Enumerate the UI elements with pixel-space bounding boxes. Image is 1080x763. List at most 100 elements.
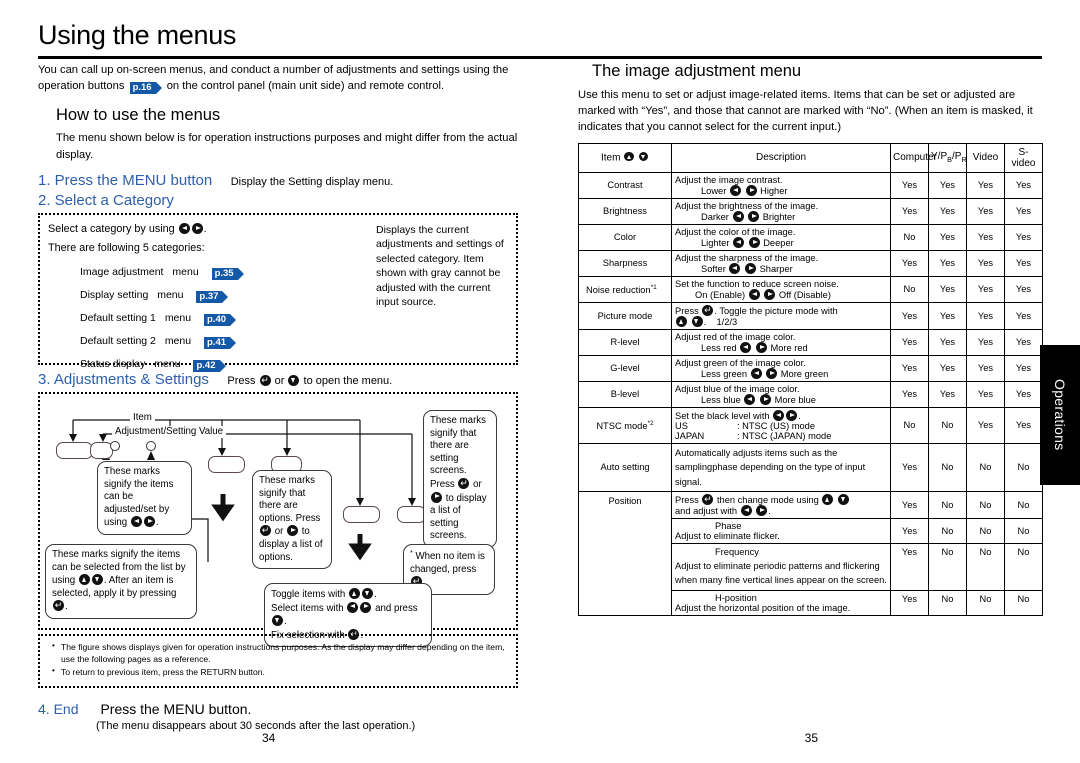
page-ref-p16[interactable]: p.16 — [129, 82, 162, 95]
row-value-video: Yes — [966, 354, 1005, 382]
category-name: Default setting 2 — [80, 335, 156, 348]
category-item-default-setting-1[interactable]: Default setting 1 menu p.40 — [80, 312, 508, 327]
step-1-note: Display the Setting display menu. — [230, 175, 394, 188]
down-arrow-button-icon — [288, 374, 300, 386]
row-value-video: No — [966, 490, 1005, 519]
document-page: Using the menus You can call up on-scree… — [0, 0, 1080, 763]
enter-button-icon — [458, 477, 470, 489]
enter-button-icon — [702, 493, 714, 505]
left-arrow-button-icon — [178, 222, 190, 234]
callout-list-selection: These marks signify the items can be sel… — [45, 543, 197, 619]
row-value-video: Yes — [966, 197, 1005, 225]
diagram-pill-list — [343, 505, 380, 523]
category-page-ref[interactable]: p.37 — [196, 289, 229, 304]
row-value-computer: Yes — [890, 171, 929, 199]
row-value-svideo: Yes — [1004, 406, 1043, 444]
step-4-instruction: Press the MENU button. — [100, 700, 252, 717]
row-value-ypbpr: Yes — [928, 301, 967, 330]
row-item: R-level — [578, 328, 672, 356]
row-item: NTSC mode*2 — [578, 406, 672, 444]
row-description: Adjust the sharpness of the image. Softe… — [671, 249, 891, 277]
row-value-computer: Yes — [890, 354, 929, 382]
table-row-position: Position Press then change mode using an… — [578, 490, 1043, 616]
table-row-b-level: B-level Adjust blue of the image color. … — [578, 380, 1043, 408]
row-value-ypbpr: Yes — [928, 249, 967, 277]
row-value-ypbpr: No — [928, 442, 967, 492]
row-value-ypbpr: No — [928, 517, 967, 544]
left-arrow-button-icon — [347, 601, 359, 613]
row-value-svideo: Yes — [1004, 249, 1043, 277]
row-value-computer: Yes — [890, 249, 929, 277]
footnote-marker: *1 — [650, 283, 657, 291]
row-description: Frequency Adjust to eliminate periodic p… — [671, 542, 891, 591]
row-value-ypbpr: Yes — [928, 354, 967, 382]
right-arrow-button-icon — [143, 516, 155, 528]
row-description: Adjust the image contrast. Lower Higher — [671, 171, 891, 199]
left-arrow-button-icon — [740, 504, 752, 516]
row-value-svideo: Yes — [1004, 197, 1043, 225]
up-arrow-button-icon — [822, 493, 834, 505]
up-arrow-button-icon — [78, 574, 90, 586]
table-row-r-level: R-level Adjust red of the image color. L… — [578, 328, 1043, 356]
right-arrow-button-icon — [360, 601, 372, 613]
row-value-video: Yes — [966, 380, 1005, 408]
row-value-video: Yes — [966, 171, 1005, 199]
row-value-ypbpr: Yes — [928, 171, 967, 199]
table-header-row: Item Description Computer Y/PB/PR Video … — [578, 142, 1043, 173]
table-row-noise-reduction: Noise reduction*1 Set the function to re… — [578, 275, 1043, 303]
row-value-video: No — [966, 589, 1005, 616]
up-arrow-button-icon — [349, 587, 361, 599]
section-body-text: The menu shown below is for operation in… — [56, 132, 518, 161]
table-body: Contrast Adjust the image contrast. Lowe… — [578, 171, 1043, 616]
footnote-marker: *2 — [647, 419, 654, 427]
category-menu-word: menu — [157, 289, 184, 302]
right-arrow-button-icon — [748, 236, 760, 248]
right-arrow-button-icon — [748, 210, 760, 222]
period: . — [203, 222, 207, 235]
diagram-marker-circle-1 — [110, 440, 120, 451]
row-value-computer: Yes — [890, 517, 929, 544]
row-value-computer: Yes — [890, 328, 929, 356]
row-value-ypbpr: Yes — [928, 275, 967, 303]
table-row-brightness: Brightness Adjust the brightness of the … — [578, 197, 1043, 225]
page-title: Using the menus — [38, 20, 237, 50]
category-item-default-setting-2[interactable]: Default setting 2 menu p.41 — [80, 335, 508, 350]
row-description: Adjust green of the image color. Less gr… — [671, 354, 891, 382]
table-row-picture-mode: Picture mode Press . Toggle the picture … — [578, 301, 1043, 330]
page-number-right: 35 — [804, 731, 818, 745]
row-value-computer: No — [890, 223, 929, 251]
row-value-svideo: No — [1004, 542, 1043, 591]
row-value-ypbpr: No — [928, 542, 967, 591]
row-value-svideo: No — [1004, 442, 1043, 492]
category-page-ref[interactable]: p.41 — [204, 335, 237, 350]
category-item-status-display[interactable]: Status display menu p.42 — [80, 358, 508, 373]
row-value-video: Yes — [966, 301, 1005, 330]
col-header-computer: Computer — [890, 142, 937, 173]
title-divider — [38, 56, 1042, 59]
row-description: Phase Adjust to eliminate flicker. — [671, 517, 891, 544]
down-arrow-button-icon — [362, 587, 374, 599]
row-value-computer: No — [890, 275, 929, 303]
row-description: Adjust the brightness of the image. Dark… — [671, 197, 891, 225]
col-header-description: Description — [671, 142, 891, 173]
category-menu-word: menu — [172, 266, 199, 279]
row-value-video: Yes — [966, 249, 1005, 277]
category-page-ref[interactable]: p.35 — [211, 266, 244, 281]
category-page-ref[interactable]: p.42 — [193, 358, 226, 373]
row-description: Automatically adjusts items such as the … — [671, 442, 891, 492]
row-description: Press then change mode using and adjust … — [671, 490, 891, 519]
step-4-note: (The menu disappears about 30 seconds af… — [96, 719, 416, 732]
category-page-ref[interactable]: p.40 — [204, 312, 237, 327]
callout-toggle-line-1: Toggle items with . — [271, 587, 377, 600]
left-arrow-button-icon — [729, 184, 741, 196]
sub-item-title: Frequency — [715, 546, 759, 557]
row-item: Auto setting — [578, 442, 672, 492]
enter-button-icon — [260, 525, 271, 537]
row-description: Adjust the color of the image. Lighter D… — [671, 223, 891, 251]
diagram-marker-circle-2 — [146, 440, 156, 451]
row-value-computer: Yes — [890, 301, 929, 330]
callout-setting-screens: These marks signify that there are setti… — [423, 409, 497, 549]
row-value-svideo: Yes — [1004, 223, 1043, 251]
left-arrow-button-icon — [130, 516, 142, 528]
left-arrow-button-icon — [773, 409, 785, 421]
